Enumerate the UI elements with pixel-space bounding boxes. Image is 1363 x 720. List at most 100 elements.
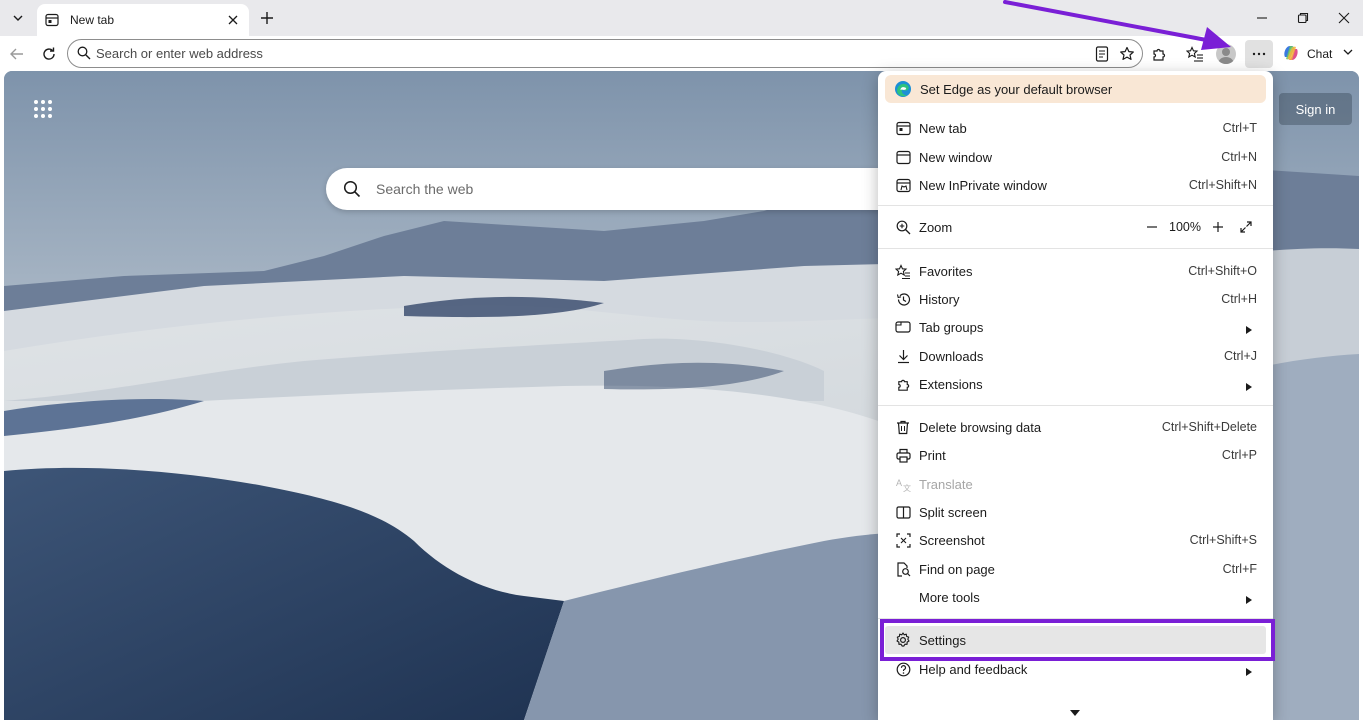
menu-item-shortcut: Ctrl+J [1224,349,1257,363]
scroll-down-arrow-icon[interactable] [1069,705,1081,720]
zoom-out-minus-icon[interactable] [1141,217,1163,237]
chevron-down-icon[interactable] [1342,46,1354,61]
menu-item-extensions[interactable]: Extensions [885,370,1266,398]
menu-item-label: Tab groups [919,320,984,335]
menu-item-screenshot[interactable]: Screenshot Ctrl+Shift+S [885,526,1266,554]
menu-item-print[interactable]: Print Ctrl+P [885,441,1266,469]
zoom-icon [895,219,911,235]
menu-item-label: New window [919,150,992,165]
address-bar[interactable] [67,39,1143,68]
menu-item-label: New tab [919,121,967,136]
menu-item-shortcut: Ctrl+P [1221,448,1257,462]
find-page-icon [895,561,911,577]
help-question-icon [895,661,911,677]
tab-actions-chevron-icon[interactable] [6,6,30,30]
chat-label: Chat [1307,47,1333,61]
menu-item-label: Find on page [919,562,995,577]
menu-item-label: Translate [919,477,973,492]
window-close-icon[interactable] [1334,8,1354,28]
menu-item-translate: A文 Translate [885,470,1266,498]
svg-text:文: 文 [903,483,911,492]
zoom-in-plus-icon[interactable] [1207,217,1229,237]
menu-divider [878,248,1273,249]
menu-item-zoom: Zoom 100% [885,213,1266,241]
translate-icon: A文 [895,476,911,492]
svg-text:A: A [896,478,902,488]
submenu-chevron-right-icon [1246,379,1252,394]
printer-icon [895,447,911,463]
menu-divider [878,405,1273,406]
default-browser-banner[interactable]: Set Edge as your default browser [885,75,1266,103]
new-tab-plus-icon[interactable] [256,7,278,29]
history-clock-icon [895,291,911,307]
web-search-box[interactable]: Search the web [326,168,926,210]
window-icon [895,149,911,165]
minimize-icon[interactable] [1252,8,1272,28]
settings-highlight-box [880,619,1275,661]
search-icon [343,180,361,201]
banner-text: Set Edge as your default browser [920,81,1113,97]
favorites-star-list-icon [895,263,911,279]
menu-item-label: Print [919,448,946,463]
menu-item-new-inprivate-window[interactable]: New InPrivate window Ctrl+Shift+N [885,171,1266,199]
menu-item-label: Favorites [919,264,973,279]
inprivate-icon [895,177,911,193]
zoom-controls: 100% [1141,217,1257,237]
menu-item-label: Downloads [919,349,984,364]
menu-item-find-on-page[interactable]: Find on page Ctrl+F [885,555,1266,583]
menu-item-new-tab[interactable]: New tab Ctrl+T [885,114,1266,142]
fullscreen-expand-icon[interactable] [1235,217,1257,237]
menu-item-label: Zoom [919,220,953,235]
menu-item-shortcut: Ctrl+Shift+Delete [1161,420,1257,434]
menu-item-more-tools[interactable]: More tools [885,583,1266,611]
menu-item-label: New InPrivate window [919,178,1047,193]
menu-item-shortcut: Ctrl+Shift+O [1188,264,1257,278]
menu-item-split-screen[interactable]: Split screen [885,498,1266,526]
refresh-icon[interactable] [37,42,61,66]
new-tab-page-icon [45,12,61,28]
copilot-icon [1281,43,1301,66]
app-launcher-grid-icon[interactable] [32,98,54,120]
split-screen-icon [895,504,911,520]
annotation-arrow-icon [1003,0,1231,50]
submenu-chevron-right-icon [1246,592,1252,607]
menu-item-shortcut: Ctrl+T [1222,121,1257,135]
back-arrow-icon[interactable] [5,42,29,66]
menu-item-shortcut: Ctrl+Shift+N [1188,178,1257,192]
menu-item-label: Split screen [919,505,987,520]
menu-item-history[interactable]: History Ctrl+H [885,285,1266,313]
new-tab-icon [895,120,911,136]
menu-item-new-window[interactable]: New window Ctrl+N [885,143,1266,171]
menu-divider [878,205,1273,206]
menu-item-downloads[interactable]: Downloads Ctrl+J [885,342,1266,370]
tab-title: New tab [70,13,115,27]
more-options-ellipsis-icon[interactable] [1245,40,1273,68]
menu-item-favorites[interactable]: Favorites Ctrl+Shift+O [885,257,1266,285]
restore-icon[interactable] [1293,8,1313,28]
zoom-level: 100% [1169,220,1201,234]
download-icon [895,348,911,364]
menu-item-shortcut: Ctrl+F [1222,562,1257,576]
menu-item-label: Screenshot [919,533,985,548]
close-icon[interactable] [225,12,241,28]
edge-logo-icon [895,81,911,97]
menu-item-label: Help and feedback [919,662,1028,677]
menu-item-shortcut: Ctrl+N [1221,150,1257,164]
menu-item-label: History [919,292,960,307]
submenu-chevron-right-icon [1246,322,1252,337]
trash-icon [895,419,911,435]
sign-in-button[interactable]: Sign in [1279,93,1352,125]
menu-item-tab-groups[interactable]: Tab groups [885,313,1266,341]
tab-new-tab[interactable]: New tab [37,4,249,36]
menu-item-label: Delete browsing data [919,420,1042,435]
copilot-chat-button[interactable]: Chat [1281,41,1332,67]
search-icon [77,46,91,63]
menu-item-label: More tools [919,590,980,605]
address-input[interactable] [96,44,1076,63]
extensions-puzzle-icon [895,376,911,392]
menu-item-shortcut: Ctrl+H [1221,292,1257,306]
menu-item-label: Extensions [919,377,983,392]
web-search-placeholder: Search the web [376,181,474,197]
tab-groups-icon [895,319,911,335]
menu-item-delete-browsing-data[interactable]: Delete browsing data Ctrl+Shift+Delete [885,413,1266,441]
